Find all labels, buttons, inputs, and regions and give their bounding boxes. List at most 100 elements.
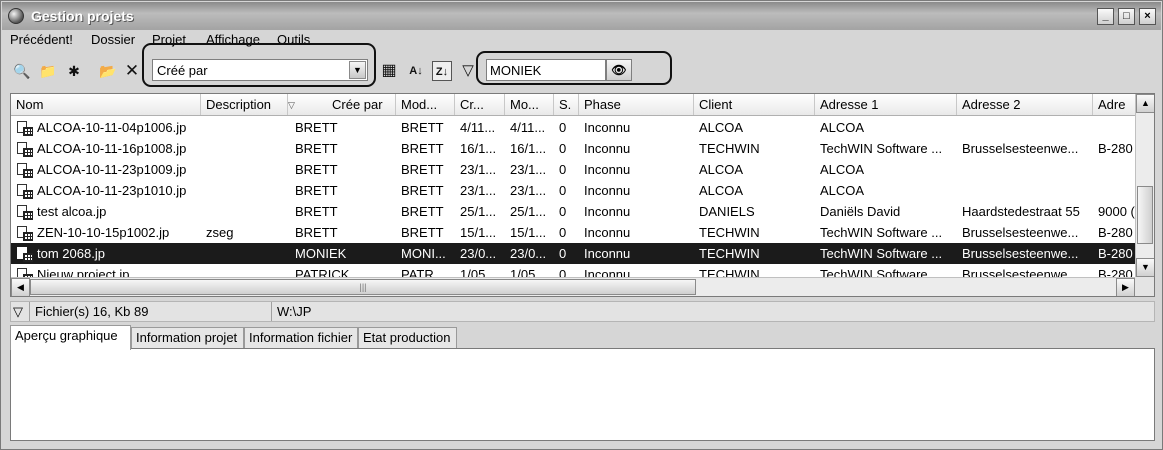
sort-descending-icon[interactable]: Z↓ — [432, 61, 452, 81]
search-input[interactable] — [486, 59, 606, 81]
cell-phase: Inconnu — [584, 141, 631, 156]
tab-information-fichier[interactable]: Information fichier — [244, 327, 358, 349]
table-row[interactable]: ZEN-10-10-15p1002.jp zseg BRETT BRETT 15/1..… — [11, 222, 1135, 243]
column-header-mod[interactable]: Mod... — [396, 94, 455, 115]
status-divider — [271, 302, 272, 321]
cell-description: zseg — [206, 225, 234, 240]
horizontal-scroll-thumb[interactable]: ||| — [30, 279, 696, 295]
cell-phase: Inconnu — [584, 183, 631, 198]
scroll-right-icon[interactable]: ▶ — [1116, 278, 1135, 296]
new-icon[interactable]: ✱ — [64, 61, 84, 81]
cell-nom: ALCOA-10-11-23p1010.jp — [37, 183, 187, 198]
cell-s: 0 — [559, 246, 567, 261]
project-table: Nom Description ▽ Crée par Mod... Cr... … — [10, 93, 1155, 297]
horizontal-scrollbar[interactable]: ◀ ||| ▶ — [11, 277, 1135, 296]
binoculars-icon[interactable]: 👁 — [606, 59, 632, 81]
cell-adresse2 — [957, 180, 1093, 201]
cell-adresse1: Daniëls David — [820, 204, 901, 219]
scroll-left-icon[interactable]: ◀ — [11, 278, 30, 296]
group-by-value: Créé par — [157, 63, 208, 78]
column-header-adre[interactable]: Adre — [1093, 94, 1135, 115]
table-row[interactable]: ALCOA-10-11-16p1008.jp BRETT BRETT 16/1... 1… — [11, 138, 1135, 159]
cell-adresse2 — [957, 117, 1093, 138]
cell-mo: 23/1... — [510, 183, 547, 198]
search-folder-icon[interactable]: 🔍 — [12, 61, 32, 81]
cell-mod: BRETT — [401, 162, 444, 177]
cell-client: ALCOA — [699, 162, 744, 177]
grid-view-icon[interactable]: ▦ — [379, 61, 399, 81]
chevron-down-icon[interactable]: ▼ — [349, 61, 366, 79]
cell-adresse2: Brusselsesteenwe... — [962, 141, 1079, 156]
menu-precedent[interactable]: Précédent! — [10, 32, 73, 47]
column-header-mo[interactable]: Mo... — [505, 94, 554, 115]
column-header-description[interactable]: Description — [201, 94, 288, 115]
column-header-adresse1[interactable]: Adresse 1 — [815, 94, 957, 115]
table-row[interactable]: tom 2068.jp MONIEK MONI... 23/0... 23/0... 0 I… — [11, 243, 1135, 264]
main-window: Gestion projets _ □ × Précédent! Dossier… — [0, 0, 1163, 450]
minimize-button[interactable]: _ — [1097, 8, 1114, 25]
vertical-scroll-thumb[interactable] — [1137, 186, 1153, 244]
sort-ascending-icon[interactable]: A↓ — [406, 61, 426, 81]
folder-icon[interactable]: 📁 — [38, 61, 58, 81]
cell-nom: ALCOA-10-11-23p1009.jp — [37, 162, 187, 177]
tab-information-projet[interactable]: Information projet — [131, 327, 244, 349]
sort-indicator-icon: ▽ — [288, 100, 295, 110]
cell-cree-par: BRETT — [295, 162, 338, 177]
column-header-cree-par[interactable]: ▽ Crée par — [288, 94, 396, 115]
title-bar[interactable]: Gestion projets _ □ × — [2, 2, 1161, 30]
table-row[interactable]: ALCOA-10-11-04p1006.jp BRETT BRETT 4/11... 4… — [11, 117, 1135, 138]
cell-cr: 15/1... — [460, 225, 497, 240]
cell-description — [201, 243, 288, 264]
cell-adre — [1093, 180, 1135, 201]
open-folder-icon[interactable]: 📂 — [98, 61, 118, 81]
cell-adresse2 — [957, 159, 1093, 180]
cell-adresse1: TechWIN Software ... — [820, 141, 943, 156]
tab-apercu-graphique[interactable]: Aperçu graphique — [10, 325, 131, 350]
scroll-down-icon[interactable]: ▼ — [1136, 258, 1154, 277]
cell-mo: 23/1... — [510, 162, 547, 177]
cell-description — [201, 201, 288, 222]
delete-icon[interactable]: ✕ — [122, 61, 142, 81]
column-header-nom[interactable]: Nom — [11, 94, 201, 115]
column-header-cree-par-label: Crée par — [332, 97, 383, 112]
cell-cree-par: MONIEK — [295, 246, 347, 261]
cell-client: ALCOA — [699, 120, 744, 135]
column-header-cr[interactable]: Cr... — [455, 94, 505, 115]
column-header-phase[interactable]: Phase — [579, 94, 694, 115]
cell-adre: B-280 — [1098, 141, 1133, 156]
cell-adresse1: ALCOA — [820, 183, 865, 198]
scroll-up-icon[interactable]: ▲ — [1136, 94, 1154, 113]
cell-adre: 9000 ( — [1098, 204, 1135, 219]
maximize-button[interactable]: □ — [1118, 8, 1135, 25]
cell-cr: 23/0... — [460, 246, 497, 261]
vertical-scrollbar[interactable]: ▲ ▼ — [1135, 94, 1154, 277]
table-row[interactable]: ALCOA-10-11-23p1009.jp BRETT BRETT 23/1... 2… — [11, 159, 1135, 180]
cell-cr: 23/1... — [460, 183, 497, 198]
window-title: Gestion projets — [31, 8, 134, 24]
cell-s: 0 — [559, 183, 567, 198]
cell-phase: Inconnu — [584, 120, 631, 135]
cell-adresse2: Haardstedestraat 55 — [962, 204, 1080, 219]
filter-icon[interactable]: ▽ — [458, 61, 478, 81]
path-status: W:\JP — [277, 304, 312, 319]
group-by-dropdown[interactable]: Créé par ▼ — [152, 59, 368, 81]
scrollbar-corner — [1135, 277, 1154, 296]
tab-etat-production[interactable]: Etat production — [358, 327, 457, 349]
cell-adresse1: ALCOA — [820, 162, 865, 177]
cell-mo: 4/11... — [510, 120, 546, 135]
cell-nom: ZEN-10-10-15p1002.jp — [37, 225, 170, 240]
menu-dossier[interactable]: Dossier — [91, 32, 135, 47]
cell-adre: B-280 — [1098, 246, 1133, 261]
cell-nom: test alcoa.jp — [37, 204, 107, 219]
preview-panel — [10, 348, 1155, 441]
column-header-client[interactable]: Client — [694, 94, 815, 115]
column-header-adresse2[interactable]: Adresse 2 — [957, 94, 1093, 115]
cell-mod: MONI... — [401, 246, 446, 261]
close-button[interactable]: × — [1139, 8, 1156, 25]
table-row[interactable]: ALCOA-10-11-23p1010.jp BRETT BRETT 23/1... 2… — [11, 180, 1135, 201]
column-header-s[interactable]: S. — [554, 94, 579, 115]
toolbar: 🔍 📁 ✱ 📂 ✕ Créé par ▼ ▦ A↓ Z↓ ▽ 👁 — [2, 43, 1161, 89]
cell-client: TECHWIN — [699, 141, 760, 156]
table-row[interactable]: test alcoa.jp BRETT BRETT 25/1... 25/1... 0 In… — [11, 201, 1135, 222]
cell-cr: 16/1... — [460, 141, 497, 156]
